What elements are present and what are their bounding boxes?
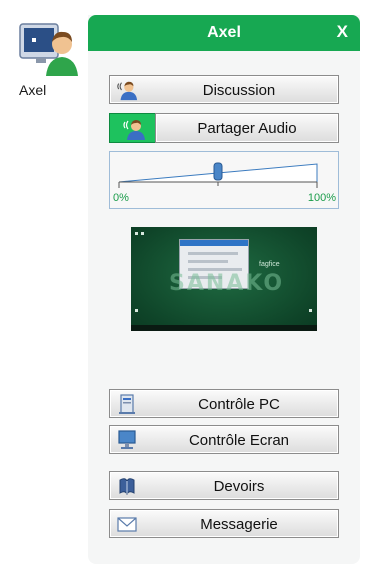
share-audio-label: Partager Audio	[197, 120, 297, 137]
speaking-person-icon	[117, 81, 138, 101]
share-audio-button[interactable]: Partager Audio	[155, 113, 339, 143]
messaging-label: Messagerie	[200, 516, 278, 533]
screen-preview[interactable]: SANAKO fagfice	[131, 227, 317, 331]
panel-titlebar: Axel X	[88, 15, 360, 51]
pc-control-button[interactable]: Contrôle PC	[109, 389, 339, 418]
discussion-label: Discussion	[202, 82, 276, 99]
audio-toggle-button[interactable]	[109, 113, 157, 143]
student-tile[interactable]: Axel	[14, 18, 86, 108]
speaking-person-icon	[123, 120, 145, 140]
homework-label: Devoirs	[213, 478, 265, 495]
volume-min-label: 0%	[113, 192, 129, 204]
student-name: Axel	[19, 82, 47, 98]
screen-control-label: Contrôle Ecran	[188, 432, 290, 449]
preview-logo: SANAKO	[169, 271, 285, 296]
pc-control-label: Contrôle PC	[198, 396, 280, 413]
volume-scale	[118, 162, 318, 188]
student-avatar-icon	[19, 23, 78, 76]
volume-thumb[interactable]	[213, 162, 223, 181]
discussion-button[interactable]: Discussion	[109, 75, 339, 104]
monitor-icon	[118, 430, 136, 449]
homework-button[interactable]: Devoirs	[109, 471, 339, 500]
volume-slider[interactable]: 0% 100%	[109, 151, 339, 209]
envelope-icon	[117, 517, 137, 532]
preview-caption: fagfice	[259, 261, 280, 268]
close-button[interactable]: X	[337, 22, 348, 42]
panel-title: Axel	[207, 24, 241, 41]
screen-control-button[interactable]: Contrôle Ecran	[109, 425, 339, 454]
pc-tower-icon	[119, 394, 135, 414]
volume-max-label: 100%	[307, 192, 336, 204]
preview-taskbar	[131, 325, 317, 331]
messaging-button[interactable]: Messagerie	[109, 509, 339, 538]
student-panel: Axel X Discussion Partager Audio 0% 100%…	[88, 15, 360, 564]
book-icon	[119, 478, 135, 496]
